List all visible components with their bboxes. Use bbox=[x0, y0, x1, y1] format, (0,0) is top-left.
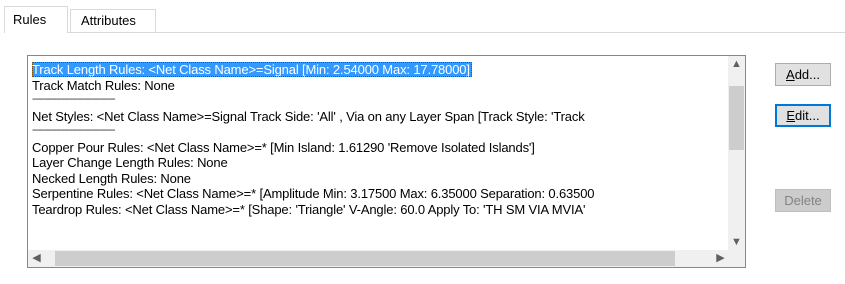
rule-line[interactable]: Net Styles: <Net Class Name>=Signal Trac… bbox=[32, 109, 724, 125]
rule-line[interactable]: Copper Pour Rules: <Net Class Name>=* [M… bbox=[32, 140, 724, 156]
add-button[interactable]: Add... bbox=[775, 63, 831, 86]
horizontal-scroll-thumb[interactable] bbox=[55, 251, 675, 266]
scroll-up-icon[interactable]: ▲ bbox=[728, 56, 745, 73]
rule-line[interactable]: Layer Change Length Rules: None bbox=[32, 155, 724, 171]
rule-line[interactable]: Necked Length Rules: None bbox=[32, 171, 724, 187]
rule-line-selected[interactable]: Track Length Rules: <Net Class Name>=Sig… bbox=[32, 62, 724, 78]
tab-rules[interactable]: Rules bbox=[4, 6, 68, 33]
rules-listbox[interactable]: Track Length Rules: <Net Class Name>=Sig… bbox=[27, 55, 746, 268]
delete-button[interactable]: Delete bbox=[775, 189, 831, 212]
edit-button[interactable]: Edit... bbox=[775, 104, 831, 127]
horizontal-scrollbar[interactable]: ◀ ▶ bbox=[28, 250, 729, 267]
rules-lines: Track Length Rules: <Net Class Name>=Sig… bbox=[32, 62, 724, 242]
rule-separator[interactable]: ------------------------------- bbox=[32, 93, 724, 109]
scroll-down-icon[interactable]: ▼ bbox=[728, 234, 745, 251]
rule-line[interactable]: Teardrop Rules: <Net Class Name>=* [Shap… bbox=[32, 202, 724, 218]
scroll-right-icon[interactable]: ▶ bbox=[712, 250, 729, 267]
tab-attributes[interactable]: Attributes bbox=[70, 9, 156, 33]
tab-rules-label: Rules bbox=[13, 12, 47, 27]
vertical-scrollbar[interactable]: ▲ ▼ bbox=[728, 56, 745, 251]
rule-line[interactable]: Track Match Rules: None bbox=[32, 78, 724, 94]
tab-attributes-label: Attributes bbox=[81, 13, 136, 28]
rule-line[interactable]: Serpentine Rules: <Net Class Name>=* [Am… bbox=[32, 186, 724, 202]
vertical-scroll-thumb[interactable] bbox=[729, 86, 744, 150]
rule-separator[interactable]: ------------------------------- bbox=[32, 124, 724, 140]
scrollbar-corner bbox=[728, 250, 745, 267]
scroll-left-icon[interactable]: ◀ bbox=[28, 250, 45, 267]
